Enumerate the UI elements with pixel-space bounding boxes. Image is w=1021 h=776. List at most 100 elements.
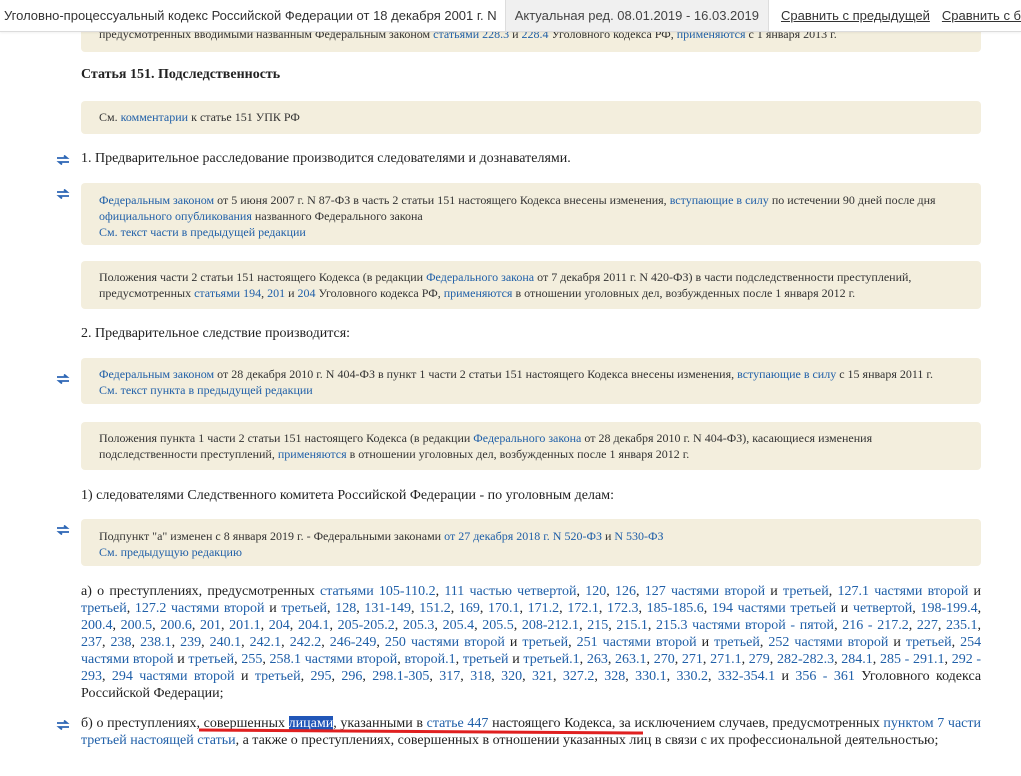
comments-link[interactable]: комментарии [121, 110, 189, 124]
compare-next-link[interactable]: Сравнить с б [942, 8, 1021, 23]
official-publication-link[interactable]: официального опубликования [99, 209, 252, 223]
article-link[interactable]: третьей [255, 669, 301, 684]
article-link[interactable]: 356 - 361 [795, 669, 854, 684]
swap-arrows-icon[interactable] [56, 374, 70, 384]
article-link[interactable]: 127.2 частями второй [135, 601, 265, 616]
article-link[interactable]: третьей [281, 601, 327, 616]
article-link[interactable]: 128 [335, 601, 356, 616]
article-link[interactable]: 120 [585, 584, 606, 599]
article-link[interactable]: 320 [501, 669, 522, 684]
entering-force-link[interactable]: вступающие в силу [737, 367, 836, 381]
article-link[interactable]: 205.4 [443, 618, 475, 633]
article-link[interactable]: 127 частями второй [645, 584, 765, 599]
article-link[interactable]: 208-212.1 [522, 618, 579, 633]
article-link[interactable]: 205.5 [482, 618, 514, 633]
article-link[interactable]: 237 [81, 635, 102, 650]
article-link[interactable]: третьей [188, 652, 234, 667]
article-link[interactable]: 330.2 [677, 669, 709, 684]
compare-previous-link[interactable]: Сравнить с предыдущей [781, 8, 930, 23]
article-link[interactable]: 200.4 [81, 618, 113, 633]
article-link[interactable]: 242.1 [250, 635, 282, 650]
article-link[interactable]: 215 [587, 618, 608, 633]
article-link[interactable]: 279 [749, 652, 770, 667]
article-link[interactable]: 271.1 [710, 652, 742, 667]
swap-arrows-icon[interactable] [56, 720, 70, 730]
article-201-link[interactable]: 201 [267, 286, 285, 300]
previous-edition-link[interactable]: См. текст пункта в предыдущей редакции [99, 383, 313, 397]
article-link[interactable]: 238.1 [140, 635, 172, 650]
article-link[interactable]: 238 [111, 635, 132, 650]
article-link[interactable]: третьей [463, 652, 509, 667]
previous-edition-link[interactable]: См. предыдущую редакцию [99, 545, 242, 559]
article-447-link[interactable]: статье 447 [427, 716, 489, 731]
article-link[interactable]: 172.3 [607, 601, 639, 616]
article-link[interactable]: 255 [241, 652, 262, 667]
entering-force-link[interactable]: вступающие в силу [670, 193, 769, 207]
article-link[interactable]: 216 - 217.2 [842, 618, 908, 633]
article-link[interactable]: 263 [587, 652, 608, 667]
article-link[interactable]: 330.1 [635, 669, 667, 684]
law-530-link[interactable]: N 530-ФЗ [614, 529, 663, 543]
article-link[interactable]: 327.2 [563, 669, 595, 684]
article-link[interactable]: 295 [310, 669, 331, 684]
article-link[interactable]: 298.1-305 [372, 669, 429, 684]
article-link[interactable]: статьями 105-110.2 [320, 584, 436, 599]
federal-law-link[interactable]: Федеральным законом [99, 367, 214, 381]
article-link[interactable]: 251 частями второй [577, 635, 697, 650]
article-link[interactable]: третьей [81, 601, 127, 616]
article-link[interactable]: 169 [459, 601, 480, 616]
article-link[interactable]: 170.1 [488, 601, 520, 616]
article-link[interactable]: 239 [180, 635, 201, 650]
article-link[interactable]: 263.1 [615, 652, 647, 667]
article-link[interactable]: 201 [200, 618, 221, 633]
article-link[interactable]: 246-249 [330, 635, 377, 650]
article-link[interactable]: 318 [470, 669, 491, 684]
article-link[interactable]: третьей [714, 635, 760, 650]
article-link[interactable]: 284.1 [841, 652, 873, 667]
article-link[interactable]: 111 частью четвертой [444, 584, 576, 599]
article-link[interactable]: 317 [439, 669, 460, 684]
article-link[interactable]: 240.1 [210, 635, 242, 650]
article-link[interactable]: 328 [604, 669, 625, 684]
article-link[interactable]: 204.1 [298, 618, 330, 633]
apply-link[interactable]: применяются [444, 286, 513, 300]
article-link[interactable]: 201.1 [229, 618, 261, 633]
apply-link[interactable]: применяются [278, 447, 347, 461]
article-link[interactable]: 215.3 частями второй - пятой [656, 618, 834, 633]
article-link[interactable]: 204 [269, 618, 290, 633]
article-194-link[interactable]: статьями 194 [194, 286, 261, 300]
article-link[interactable]: 172.1 [567, 601, 599, 616]
article-link[interactable]: 332-354.1 [718, 669, 775, 684]
article-link[interactable]: 198-199.4 [920, 601, 977, 616]
article-link[interactable]: 215.1 [616, 618, 648, 633]
article-link[interactable]: 151.2 [419, 601, 451, 616]
article-link[interactable]: 235.1 [946, 618, 978, 633]
article-link[interactable]: 205-205.2 [338, 618, 395, 633]
federal-law-link[interactable]: Федерального закона [426, 270, 534, 284]
article-link[interactable]: 271 [682, 652, 703, 667]
article-link[interactable]: 171.2 [528, 601, 560, 616]
previous-edition-link[interactable]: См. текст части в предыдущей редакции [99, 225, 306, 239]
article-link[interactable]: 258.1 частями второй [270, 652, 398, 667]
article-link[interactable]: 131-149 [364, 601, 411, 616]
article-link[interactable]: 227 [917, 618, 938, 633]
article-link[interactable]: второй.1 [404, 652, 455, 667]
federal-law-link[interactable]: Федерального закона [473, 431, 581, 445]
article-link[interactable]: 127.1 частями второй [837, 584, 968, 599]
article-link[interactable]: 294 частями второй [112, 669, 235, 684]
article-link[interactable]: третьей [906, 635, 952, 650]
article-link[interactable]: 252 частями второй [768, 635, 888, 650]
article-link[interactable]: 282-282.3 [777, 652, 834, 667]
swap-arrows-icon[interactable] [56, 155, 70, 165]
swap-arrows-icon[interactable] [56, 525, 70, 535]
article-link[interactable]: 194 частями третьей [712, 601, 836, 616]
law-520-link[interactable]: от 27 декабря 2018 г. N 520-ФЗ [444, 529, 602, 543]
article-204-link[interactable]: 204 [298, 286, 316, 300]
article-link[interactable]: 200.5 [121, 618, 153, 633]
article-link[interactable]: 126 [615, 584, 636, 599]
article-link[interactable]: четвертой [853, 601, 912, 616]
article-link[interactable]: третьей.1 [523, 652, 579, 667]
article-link[interactable]: 200.6 [160, 618, 192, 633]
federal-law-link[interactable]: Федеральным законом [99, 193, 214, 207]
article-link[interactable]: 242.2 [290, 635, 322, 650]
